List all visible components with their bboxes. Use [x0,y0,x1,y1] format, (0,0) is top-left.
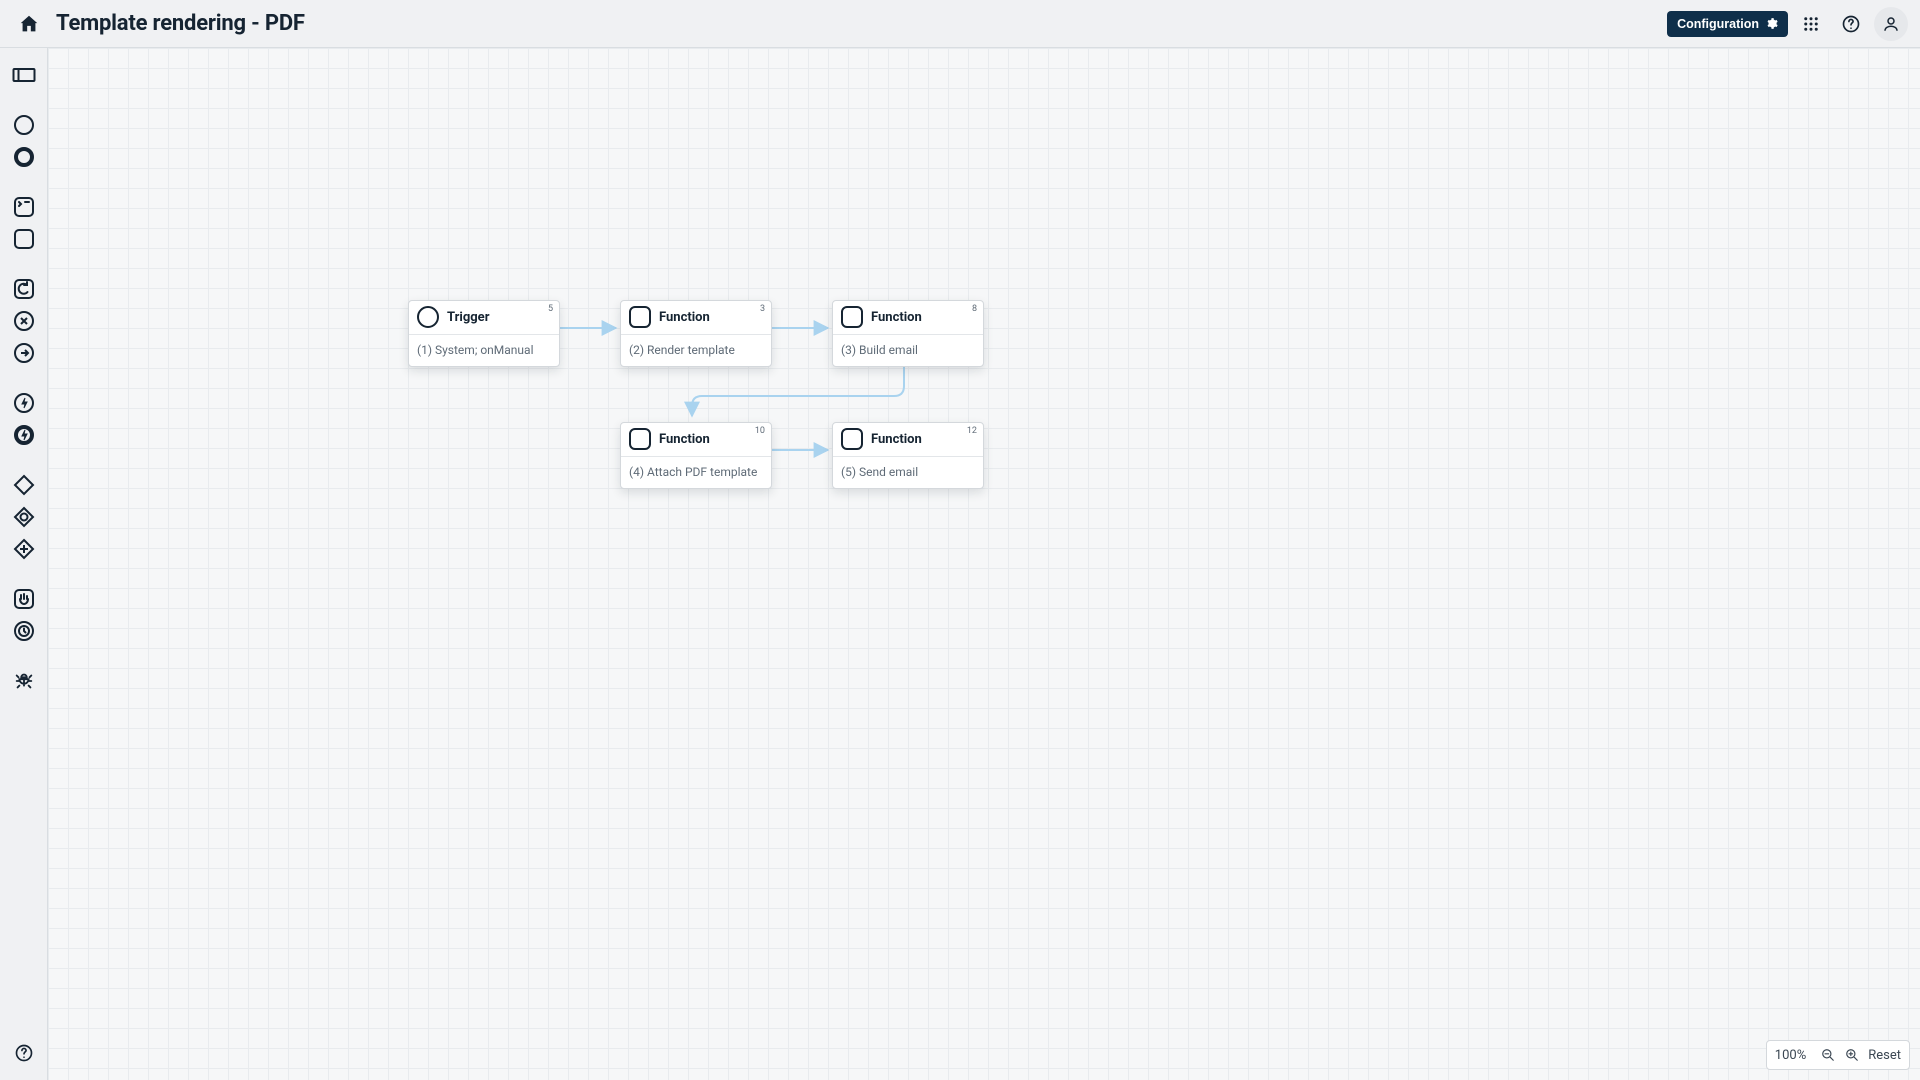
configuration-button[interactable]: Configuration [1667,11,1788,37]
swimlane-icon [12,66,36,84]
home-button[interactable] [16,11,42,37]
circle-x-icon [13,310,35,332]
node-description: (5) Send email [833,457,983,488]
node-badge: 10 [755,426,765,436]
zoom-out-icon [1821,1048,1835,1062]
connectors [48,48,1920,1080]
tool-iterator[interactable] [11,276,37,302]
apps-button[interactable] [1794,7,1828,41]
gear-icon [1765,17,1778,30]
diamond-icon [13,474,35,496]
diamond-plus-icon [13,538,35,560]
node-title: Function [659,310,710,325]
bug-icon [13,670,35,692]
node-title: Trigger [447,310,489,325]
trigger-node-icon [417,306,439,328]
tool-start-event[interactable] [11,112,37,138]
node-send-email[interactable]: Function 12 (5) Send email [832,422,984,489]
circle-bolt-bold-icon [13,424,35,446]
tool-swimlane[interactable] [11,62,37,88]
tool-delay[interactable] [11,618,37,644]
zoom-reset-button[interactable]: Reset [1868,1048,1901,1063]
node-badge: 3 [760,304,765,314]
tool-function[interactable] [11,226,37,252]
node-description: (3) Build email [833,335,983,366]
circle-bold-icon [13,146,35,168]
node-description: (2) Render template [621,335,771,366]
tool-debug[interactable] [11,668,37,694]
zoom-out-button[interactable] [1820,1047,1836,1063]
function-node-icon [841,428,863,450]
function-node-icon [841,306,863,328]
user-menu-button[interactable] [1874,7,1908,41]
node-build-email[interactable]: Function 8 (3) Build email [832,300,984,367]
toolbox [0,48,48,1080]
zoom-controls: 100% Reset [1766,1040,1910,1070]
zoom-in-button[interactable] [1844,1047,1860,1063]
page-title: Template rendering - PDF [56,11,1667,36]
zoom-value: 100% [1775,1048,1806,1063]
tool-error[interactable] [11,422,37,448]
function-node-icon [629,428,651,450]
home-icon [18,13,40,35]
node-description: (1) System; onManual [409,335,559,366]
loop-icon [13,278,35,300]
node-badge: 8 [972,304,977,314]
toolbox-help-button[interactable] [11,1040,37,1066]
workflow-canvas[interactable]: Trigger 5 (1) System; onManual Function … [48,48,1920,1080]
apps-grid-icon [1802,15,1820,33]
node-title: Function [871,310,922,325]
tool-continue[interactable] [11,340,37,366]
tool-error-handler[interactable] [11,390,37,416]
circle-bolt-icon [13,392,35,414]
tool-gateway-exclusive[interactable] [11,472,37,498]
node-title: Function [871,432,922,447]
tool-gateway-parallel[interactable] [11,536,37,562]
diamond-circle-icon [13,506,35,528]
zoom-in-icon [1845,1048,1859,1062]
function-node-icon [629,306,651,328]
tool-end-event[interactable] [11,144,37,170]
rounded-square-hand-icon [13,588,35,610]
node-title: Function [659,432,710,447]
tool-gateway-inclusive[interactable] [11,504,37,530]
node-render-template[interactable]: Function 3 (2) Render template [620,300,772,367]
rounded-square-tag-icon [13,196,35,218]
circle-clock-icon [13,620,35,642]
user-icon [1882,15,1900,33]
tool-prompt[interactable] [11,586,37,612]
tool-break[interactable] [11,308,37,334]
circle-arrow-icon [13,342,35,364]
node-attach-pdf[interactable]: Function 10 (4) Attach PDF template [620,422,772,489]
circle-icon [13,114,35,136]
rounded-square-icon [13,228,35,250]
header-actions: Configuration [1667,7,1908,41]
node-description: (4) Attach PDF template [621,457,771,488]
tool-expression[interactable] [11,194,37,220]
help-circle-icon [1841,14,1861,34]
node-badge: 5 [548,304,553,314]
app-header: Template rendering - PDF Configuration [0,0,1920,48]
header-help-button[interactable] [1834,7,1868,41]
node-badge: 12 [967,426,977,436]
help-circle-icon [14,1043,34,1063]
node-trigger[interactable]: Trigger 5 (1) System; onManual [408,300,560,367]
configuration-label: Configuration [1677,17,1759,31]
